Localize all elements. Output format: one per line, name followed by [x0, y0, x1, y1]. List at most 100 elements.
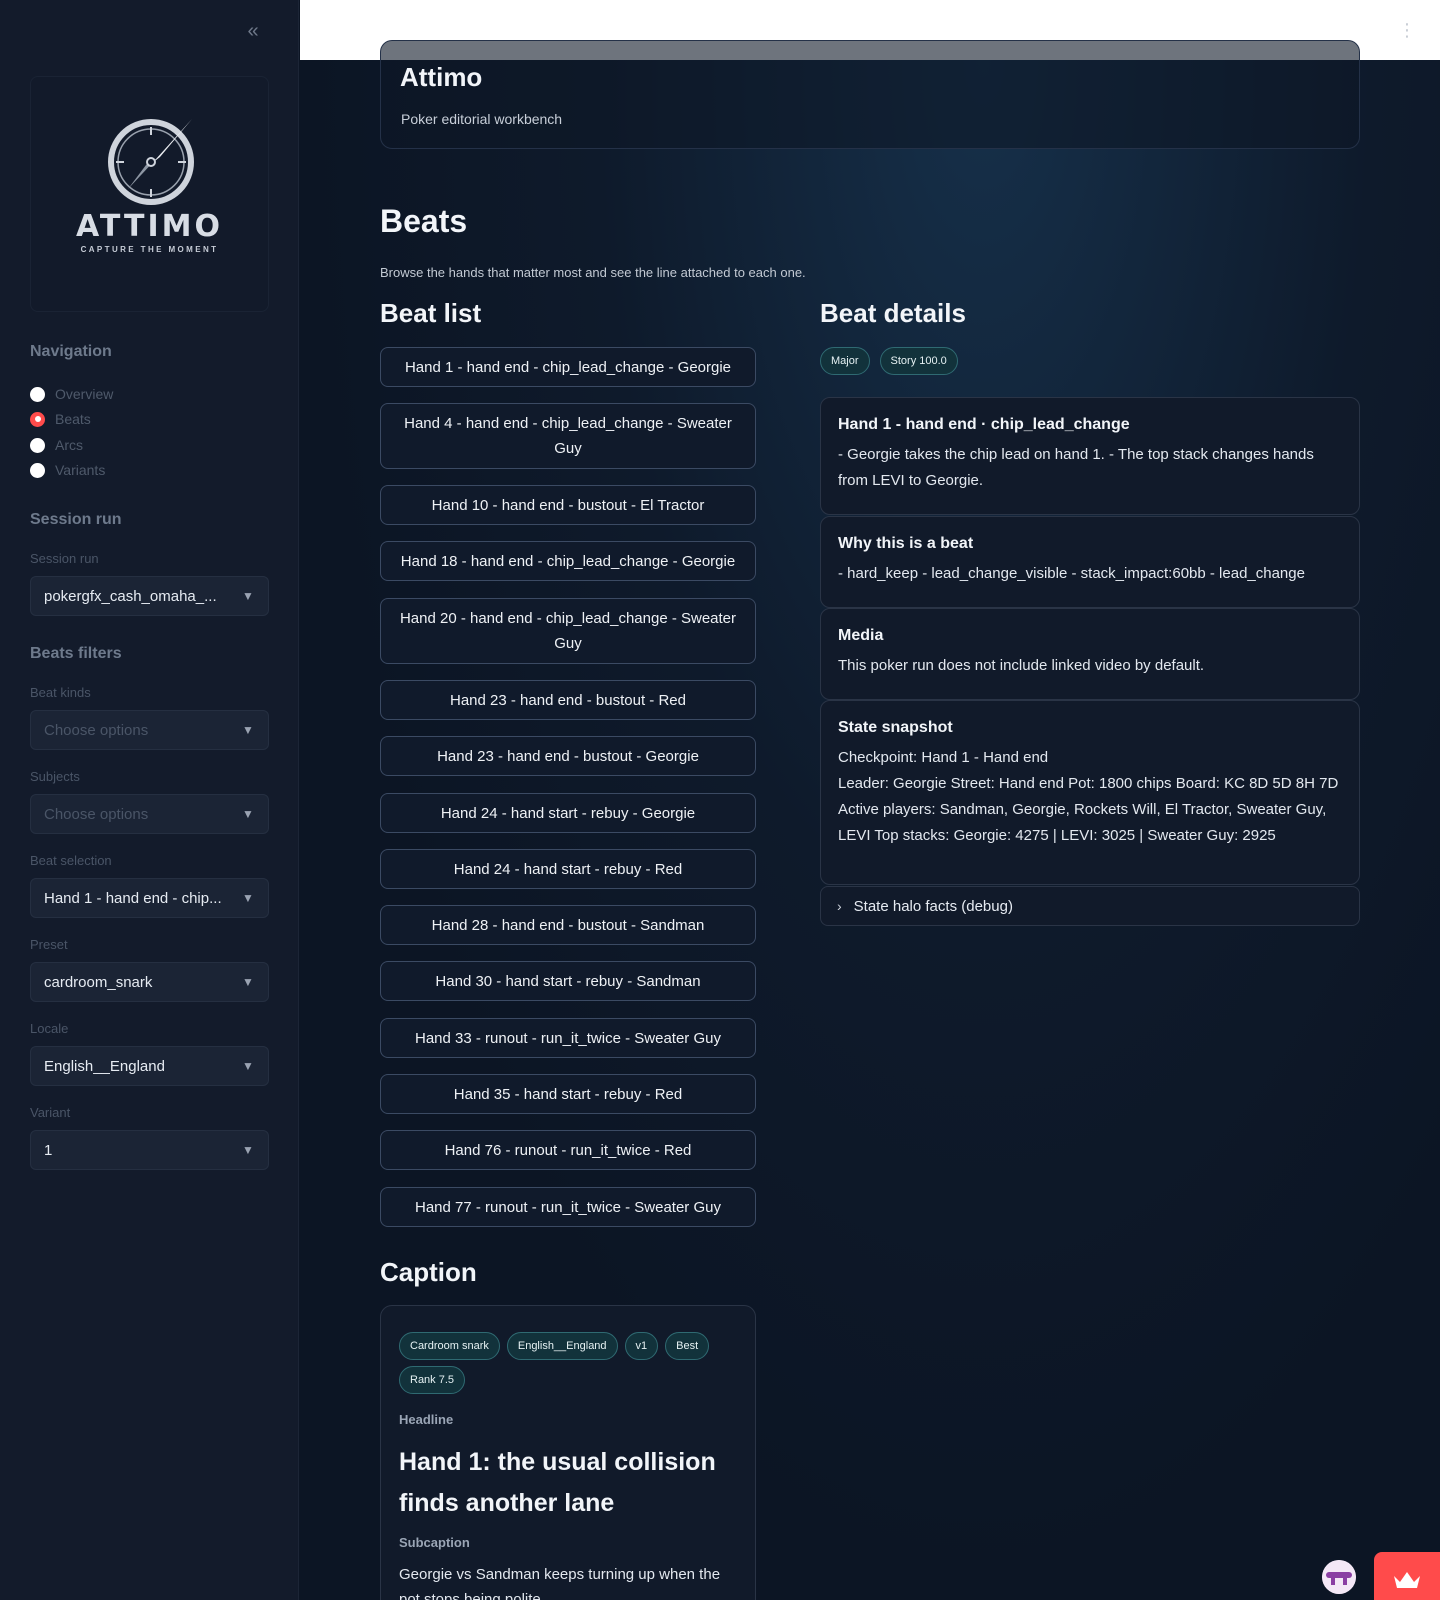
why-beat-text: - hard_keep - lead_change_visible - stac… — [838, 565, 1305, 582]
radio-selected-icon — [30, 411, 45, 427]
deploy-button[interactable] — [1374, 1552, 1440, 1600]
beat-list-item[interactable]: Hand 30 - hand start - rebuy - Sandman — [380, 961, 756, 1001]
chevron-down-icon: ▼ — [242, 891, 254, 905]
caption-title: Caption — [380, 1257, 477, 1287]
caption-subcaption: Georgie vs Sandman keeps turning up when… — [399, 1566, 721, 1600]
crown-icon — [1394, 1572, 1420, 1588]
beat-details-title: Beat details — [820, 298, 966, 328]
nav-item-beats[interactable]: Beats — [30, 408, 91, 430]
select-value: English__England — [44, 1057, 165, 1075]
nav-item-label: Overview — [55, 386, 114, 402]
snapshot-line: LEVI Top stacks: Georgie: 4275 | LEVI: 3… — [838, 827, 1276, 844]
session-heading: Session run — [30, 511, 122, 528]
logo-card: ATTIMO CAPTURE THE MOMENT — [30, 76, 269, 312]
state-snapshot-card: State snapshot Checkpoint: Hand 1 - Hand… — [820, 700, 1360, 885]
radio-icon — [30, 386, 45, 402]
beat-list-item[interactable]: Hand 23 - hand end - bustout - Red — [380, 680, 756, 720]
beat-list-item[interactable]: Hand 20 - hand end - chip_lead_change - … — [380, 598, 756, 664]
navigation-heading: Navigation — [30, 343, 112, 360]
app-title: Attimo — [400, 62, 483, 92]
variant-label: Variant — [30, 1105, 71, 1120]
nav-item-arcs[interactable]: Arcs — [30, 434, 83, 456]
select-placeholder: Choose options — [44, 721, 149, 739]
preset-select[interactable]: cardroom_snark ▼ — [30, 962, 269, 1002]
variant-select[interactable]: 1 ▼ — [30, 1130, 269, 1170]
beat-summary-card: Hand 1 - hand end · chip_lead_change - G… — [820, 397, 1360, 515]
chevron-down-icon: ▼ — [242, 723, 254, 737]
chevron-right-icon: › — [837, 898, 842, 914]
chevron-down-icon: ▼ — [242, 807, 254, 821]
radio-icon — [30, 437, 45, 453]
nav-item-label: Variants — [55, 462, 106, 478]
chevrons-left-icon: « — [247, 20, 259, 42]
beat-list-title: Beat list — [380, 298, 482, 328]
major-badge: Major — [820, 347, 870, 375]
more-vertical-icon[interactable]: ⋮ — [1398, 20, 1416, 40]
why-beat-title: Why this is a beat — [838, 535, 974, 552]
state-halo-facts-expander[interactable]: › State halo facts (debug) — [820, 886, 1360, 926]
caption-tag: Rank 7.5 — [399, 1366, 466, 1394]
beat-kinds-multiselect[interactable]: Choose options ▼ — [30, 710, 269, 750]
beat-list-item[interactable]: Hand 10 - hand end - bustout - El Tracto… — [380, 485, 756, 525]
caption-tag: Best — [665, 1332, 710, 1360]
media-text: This poker run does not include linked v… — [838, 657, 1205, 674]
chevron-down-icon: ▼ — [242, 1059, 254, 1073]
chevron-down-icon: ▼ — [242, 975, 254, 989]
page-description: Browse the hands that matter most and se… — [380, 265, 806, 280]
expander-label: State halo facts (debug) — [853, 897, 1013, 915]
beat-list-item[interactable]: Hand 1 - hand end - chip_lead_change - G… — [380, 347, 756, 387]
chevron-down-icon: ▼ — [242, 1143, 254, 1157]
sidebar: « ATTIMO CAPTURE THE MOMENT Navigation O… — [0, 0, 299, 1600]
state-snapshot-title: State snapshot — [838, 719, 953, 736]
caption-tag: Cardroom snark — [399, 1332, 500, 1360]
page-title: Beats — [380, 203, 468, 239]
compass-icon — [108, 119, 194, 205]
nav-item-label: Beats — [55, 411, 91, 427]
avatar-icon — [1322, 1560, 1356, 1594]
beat-list-item[interactable]: Hand 24 - hand start - rebuy - Red — [380, 849, 756, 889]
beat-list-item[interactable]: Hand 33 - runout - run_it_twice - Sweate… — [380, 1018, 756, 1058]
select-value: pokergfx_cash_omaha_... — [44, 587, 217, 605]
snapshot-line: Checkpoint: Hand 1 - Hand end — [838, 749, 1049, 766]
beats-filters-heading: Beats filters — [30, 645, 122, 662]
beat-kinds-label: Beat kinds — [30, 685, 91, 700]
why-beat-card: Why this is a beat - hard_keep - lead_ch… — [820, 516, 1360, 608]
logo-tagline: CAPTURE THE MOMENT — [80, 245, 219, 254]
media-title: Media — [838, 627, 884, 644]
beat-list-item[interactable]: Hand 76 - runout - run_it_twice - Red — [380, 1130, 756, 1170]
preset-label: Preset — [30, 937, 68, 952]
caption-tag: v1 — [624, 1332, 659, 1360]
subcaption-label: Subcaption — [399, 1535, 470, 1550]
radio-icon — [30, 462, 45, 478]
beat-list-item[interactable]: Hand 23 - hand end - bustout - Georgie — [380, 736, 756, 776]
beat-selection-select[interactable]: Hand 1 - hand end - chip... ▼ — [30, 878, 269, 918]
snapshot-line: Leader: Georgie Street: Hand end Pot: 18… — [838, 775, 1339, 792]
logo-wordmark: ATTIMO — [75, 209, 224, 244]
nav-item-variants[interactable]: Variants — [30, 459, 105, 481]
select-value: Hand 1 - hand end - chip... — [44, 889, 222, 907]
beat-list-item[interactable]: Hand 18 - hand end - chip_lead_change - … — [380, 541, 756, 581]
beat-list-item[interactable]: Hand 24 - hand start - rebuy - Georgie — [380, 793, 756, 833]
beat-list-item[interactable]: Hand 28 - hand end - bustout - Sandman — [380, 905, 756, 945]
nav-item-overview[interactable]: Overview — [30, 383, 113, 405]
beat-selection-label: Beat selection — [30, 853, 112, 868]
select-value: cardroom_snark — [44, 973, 153, 991]
caption-tag: English__England — [506, 1332, 618, 1360]
beat-badges: Major Story 100.0 — [820, 347, 958, 375]
session-run-select[interactable]: pokergfx_cash_omaha_... ▼ — [30, 576, 269, 616]
collapse-sidebar-button[interactable]: « — [240, 18, 266, 44]
locale-label: Locale — [30, 1021, 69, 1036]
avatar[interactable] — [1322, 1560, 1356, 1594]
beat-summary-title: Hand 1 - hand end · chip_lead_change — [838, 416, 1130, 433]
media-card: Media This poker run does not include li… — [820, 608, 1360, 700]
caption-tags: Cardroom snark English__England v1 Best … — [399, 1332, 739, 1394]
nav-item-label: Arcs — [55, 437, 83, 453]
headline-label: Headline — [399, 1412, 454, 1427]
beat-list-item[interactable]: Hand 77 - runout - run_it_twice - Sweate… — [380, 1187, 756, 1227]
select-value: 1 — [44, 1141, 53, 1159]
locale-select[interactable]: English__England ▼ — [30, 1046, 269, 1086]
beat-list-item[interactable]: Hand 4 - hand end - chip_lead_change - S… — [380, 403, 756, 469]
chevron-down-icon: ▼ — [242, 589, 254, 603]
beat-list-item[interactable]: Hand 35 - hand start - rebuy - Red — [380, 1074, 756, 1114]
subjects-multiselect[interactable]: Choose options ▼ — [30, 794, 269, 834]
